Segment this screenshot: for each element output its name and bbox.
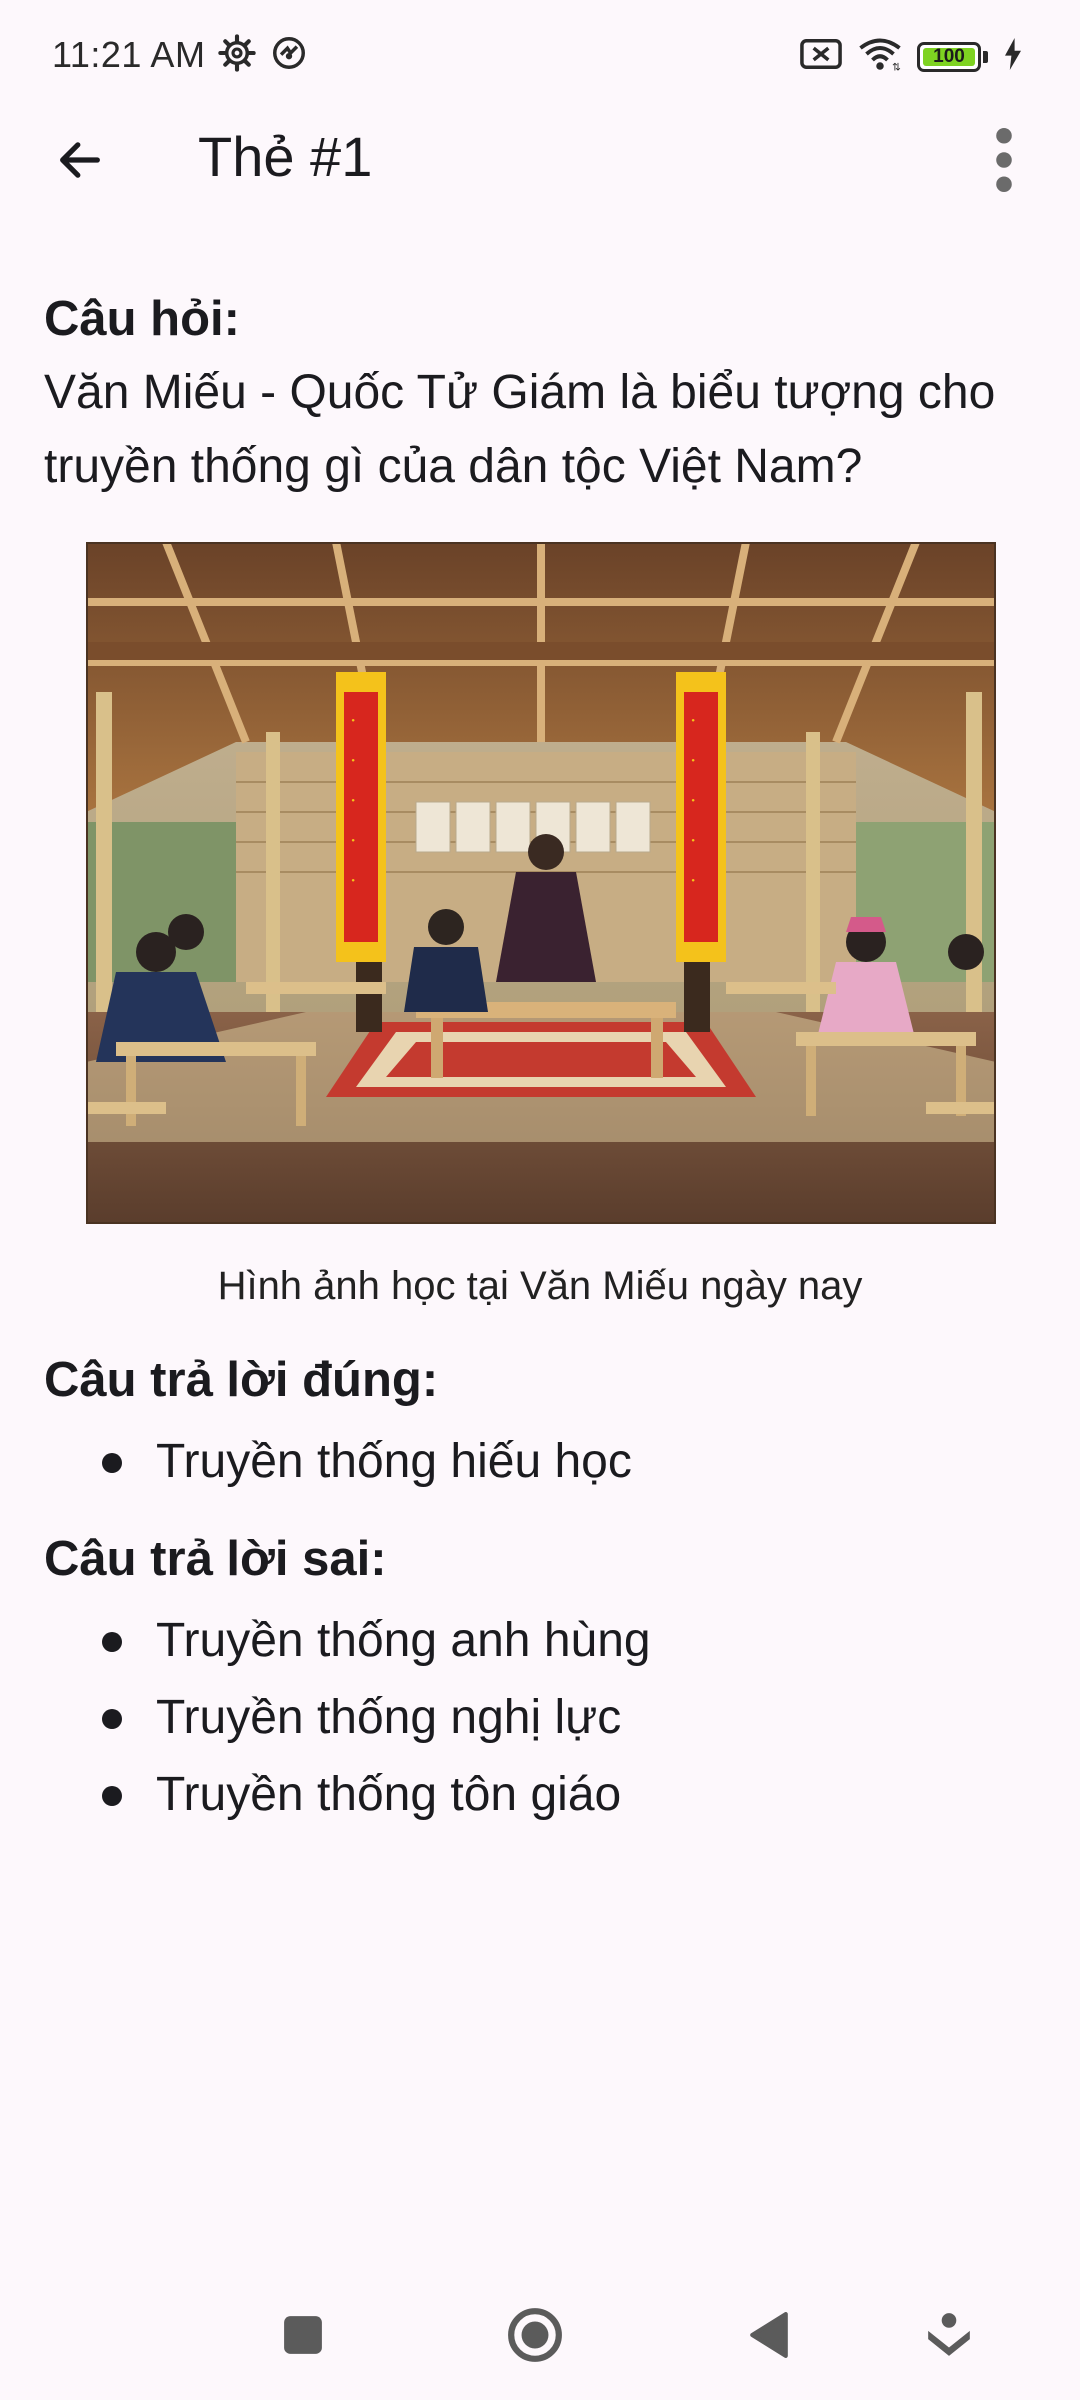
- list-item: Truyền thống anh hùng: [44, 1602, 1036, 1679]
- status-left-icons: [218, 34, 308, 77]
- classroom-photo: · · · · · · · · · ·: [86, 542, 996, 1224]
- status-time: 11:21 AM: [52, 34, 206, 75]
- assistant-icon: [928, 2313, 970, 2356]
- svg-text:·: ·: [690, 868, 696, 892]
- back-icon: [750, 2312, 788, 2358]
- battery-icon: 100: [917, 41, 981, 72]
- status-right-icons: ⇅ 100: [799, 36, 1024, 77]
- back-arrow-icon: [60, 142, 100, 178]
- more-options-button[interactable]: [964, 120, 1044, 200]
- back-nav-button[interactable]: [734, 2300, 804, 2370]
- assistant-button[interactable]: [914, 2300, 984, 2370]
- wrong-answers-list: Truyền thống anh hùng Truyền thống nghị …: [44, 1602, 1036, 1833]
- recents-icon: [284, 2316, 322, 2354]
- correct-answers-section: Câu trả lời đúng: Truyền thống hiếu học: [44, 1343, 1036, 1500]
- svg-text:·: ·: [350, 828, 356, 852]
- svg-text:·: ·: [690, 708, 696, 732]
- svg-text:·: ·: [350, 788, 356, 812]
- battery-level: 100: [933, 45, 965, 67]
- svg-text:·: ·: [690, 748, 696, 772]
- svg-text:·: ·: [690, 828, 696, 852]
- screen: 11:21 AM ⇅ 100 Thẻ #1 Câu hỏi: Văn Miếu …: [0, 0, 1080, 2400]
- recents-button[interactable]: [268, 2300, 338, 2370]
- app-bar: Thẻ #1: [0, 110, 1080, 210]
- question-text: Văn Miếu - Quốc Tử Giám là biểu tượng ch…: [44, 366, 996, 493]
- page-title: Thẻ #1: [198, 125, 373, 188]
- battery-nub: [983, 50, 988, 63]
- svg-text:⇅: ⇅: [892, 62, 901, 73]
- list-item: Truyền thống tôn giáo: [44, 1756, 1036, 1833]
- back-button[interactable]: [40, 120, 120, 200]
- no-sim-icon: [799, 36, 843, 77]
- vpn-icon: [270, 34, 308, 77]
- figure: · · · · · · · · · · Hình ảnh học tại Văn…: [86, 542, 996, 1309]
- more-vert-icon: [996, 127, 1012, 193]
- settings-icon: [218, 34, 256, 77]
- wifi-icon: ⇅: [857, 36, 903, 77]
- wrong-answers-section: Câu trả lời sai: Truyền thống anh hùng T…: [44, 1522, 1036, 1833]
- svg-text:·: ·: [690, 788, 696, 812]
- correct-answers-list: Truyền thống hiếu học: [44, 1423, 1036, 1500]
- list-item: Truyền thống hiếu học: [44, 1423, 1036, 1500]
- charging-icon: [1002, 38, 1024, 75]
- correct-answers-heading: Câu trả lời đúng:: [44, 1353, 439, 1407]
- card-content: Câu hỏi: Văn Miếu - Quốc Tử Giám là biểu…: [44, 282, 1036, 1833]
- svg-text:·: ·: [350, 708, 356, 732]
- svg-text:·: ·: [350, 868, 356, 892]
- svg-text:·: ·: [350, 748, 356, 772]
- system-nav-bar: [0, 2260, 1080, 2400]
- home-button[interactable]: [500, 2300, 570, 2370]
- status-bar: 11:21 AM ⇅ 100: [0, 0, 1080, 110]
- wrong-answers-heading: Câu trả lời sai:: [44, 1532, 387, 1586]
- list-item: Truyền thống nghị lực: [44, 1679, 1036, 1756]
- figure-caption: Hình ảnh học tại Văn Miếu ngày nay: [217, 1264, 863, 1308]
- home-icon: [508, 2308, 562, 2362]
- question-heading: Câu hỏi:: [44, 292, 240, 346]
